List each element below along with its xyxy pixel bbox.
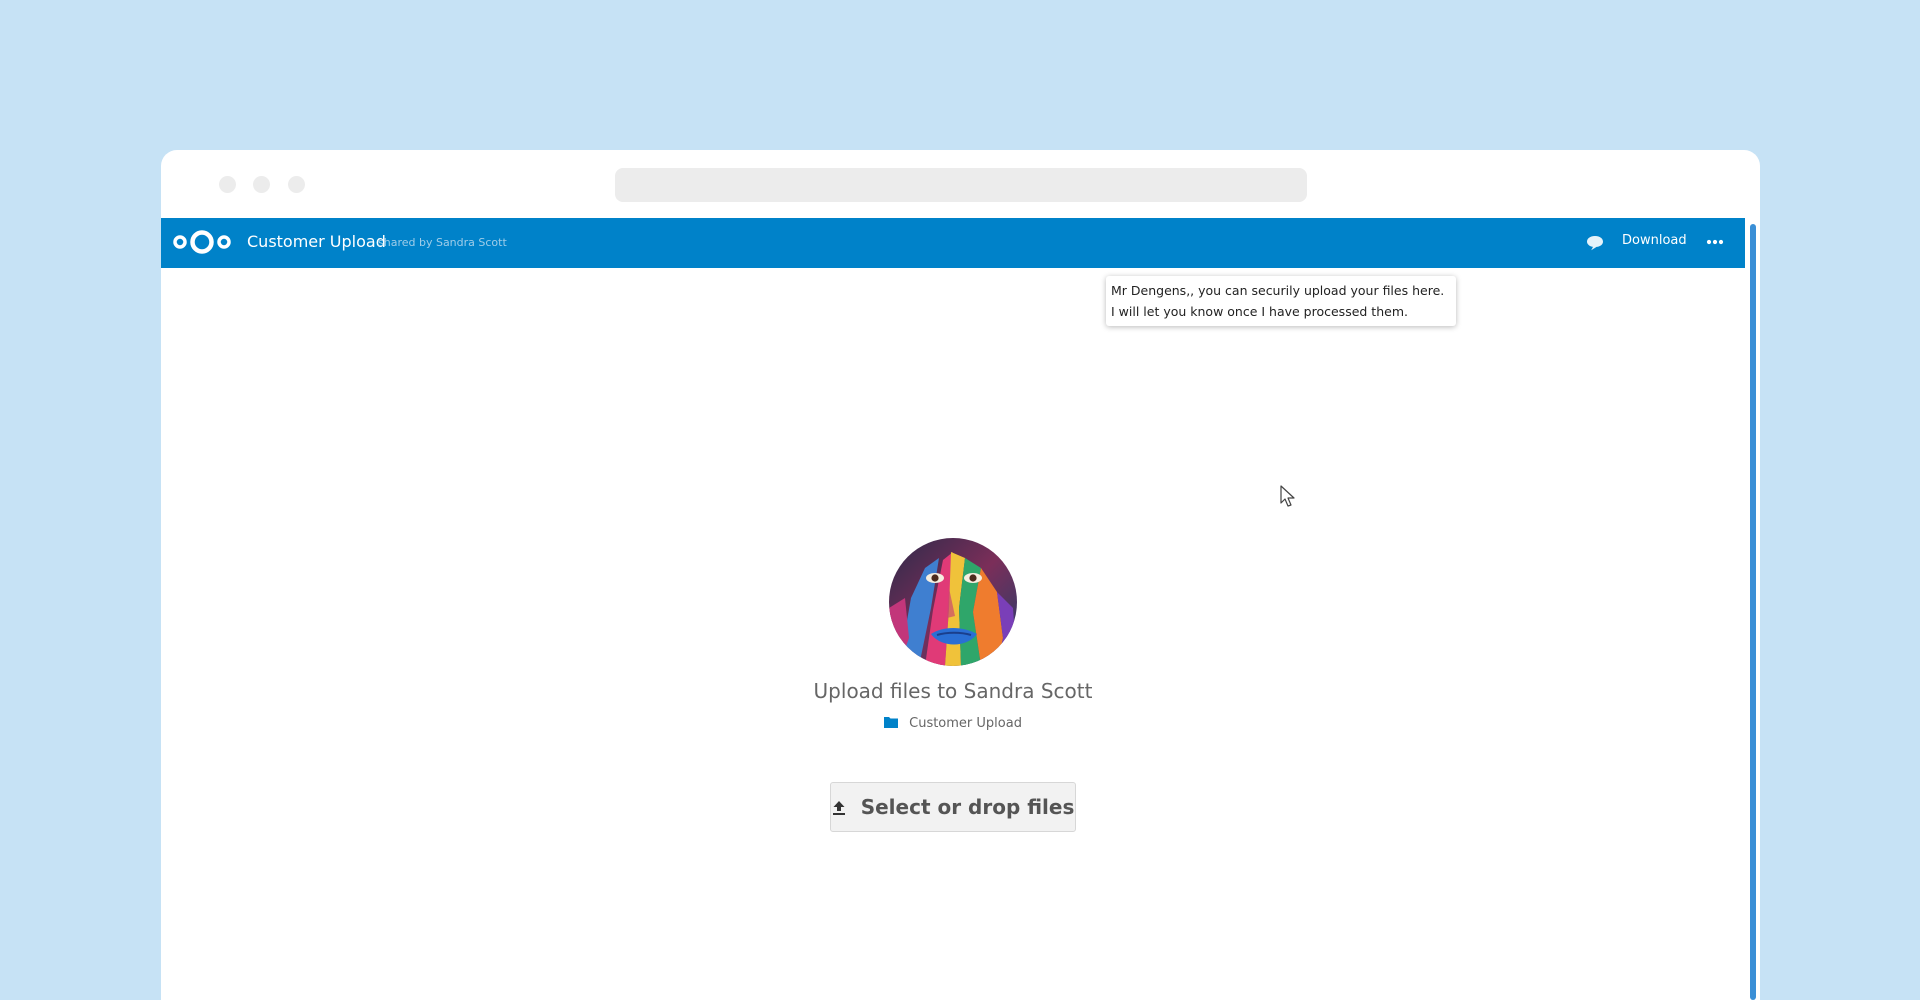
window-close-dot[interactable] [219, 176, 236, 193]
folder-icon [884, 717, 899, 728]
app-header: Customer Upload shared by Sandra Scott D… [161, 218, 1745, 268]
select-files-button[interactable]: Select or drop files [830, 782, 1076, 832]
window-minimize-dot[interactable] [253, 176, 270, 193]
more-horizontal-icon[interactable] [1703, 232, 1727, 252]
speech-bubble-icon[interactable] [1585, 233, 1605, 253]
upload-icon [832, 801, 845, 815]
avatar-image [889, 538, 1017, 666]
note-popover-arrow [1588, 268, 1606, 277]
mouse-pointer-icon [1280, 485, 1295, 507]
address-bar[interactable] [615, 168, 1307, 202]
share-title: Customer Upload [247, 232, 386, 251]
shared-by-label: shared by Sandra Scott [378, 236, 507, 249]
download-button[interactable]: Download [1622, 233, 1687, 248]
avatar [889, 538, 1017, 666]
share-note-popover: Mr Dengens,, you can securily upload you… [1106, 276, 1456, 326]
select-files-label: Select or drop files [860, 795, 1075, 819]
share-folder: Customer Upload [860, 712, 1046, 731]
share-note-text: Mr Dengens,, you can securily upload you… [1111, 283, 1445, 319]
folder-name: Customer Upload [909, 716, 1022, 731]
window-maximize-dot[interactable] [288, 176, 305, 193]
scrollbar[interactable] [1750, 224, 1756, 1000]
upload-heading: Upload files to Sandra Scott [813, 679, 1093, 703]
nextcloud-logo[interactable] [171, 226, 233, 258]
